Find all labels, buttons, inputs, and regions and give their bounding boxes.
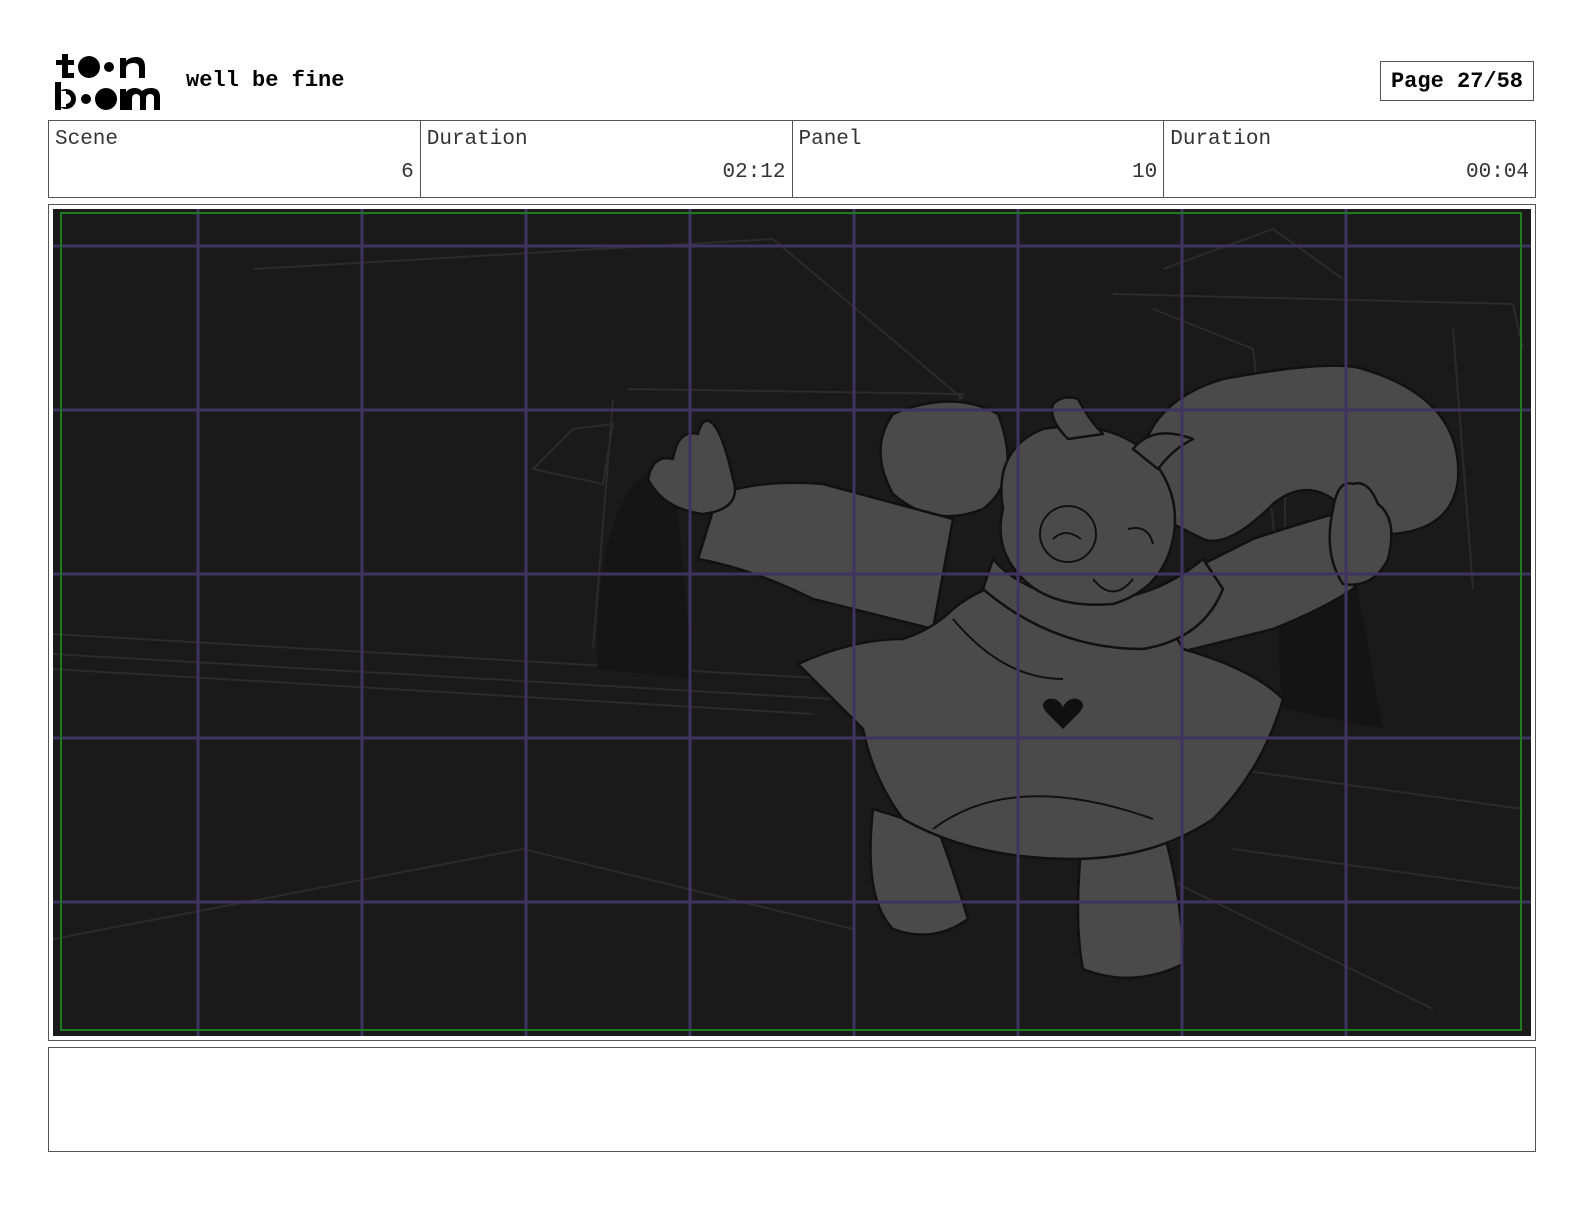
panel-duration-label: Duration — [1170, 128, 1272, 151]
scene-value: 6 — [401, 161, 414, 184]
scene-cell: Scene 6 — [49, 121, 421, 197]
panel-duration-cell: Duration 00:04 — [1164, 121, 1535, 197]
panel-duration-value: 00:04 — [1465, 161, 1529, 184]
toonboom-logo — [55, 54, 160, 110]
page-indicator: Page 27/58 — [1380, 61, 1534, 101]
panel-value: 10 — [1132, 161, 1158, 184]
storyboard-panel-image — [53, 209, 1531, 1036]
project-title: well be fine — [186, 68, 345, 93]
scene-duration-value: 02:12 — [722, 161, 786, 184]
scene-duration-label: Duration — [426, 128, 528, 151]
panel-cell: Panel 10 — [793, 121, 1165, 197]
scene-label: Scene — [55, 128, 119, 151]
panel-info-row: Scene 6 Duration 02:12 Panel 10 Duration… — [48, 120, 1536, 198]
scene-duration-cell: Duration 02:12 — [421, 121, 793, 197]
panel-notes-box — [48, 1047, 1536, 1152]
storyboard-panel-frame — [48, 204, 1536, 1041]
panel-label: Panel — [798, 128, 862, 151]
